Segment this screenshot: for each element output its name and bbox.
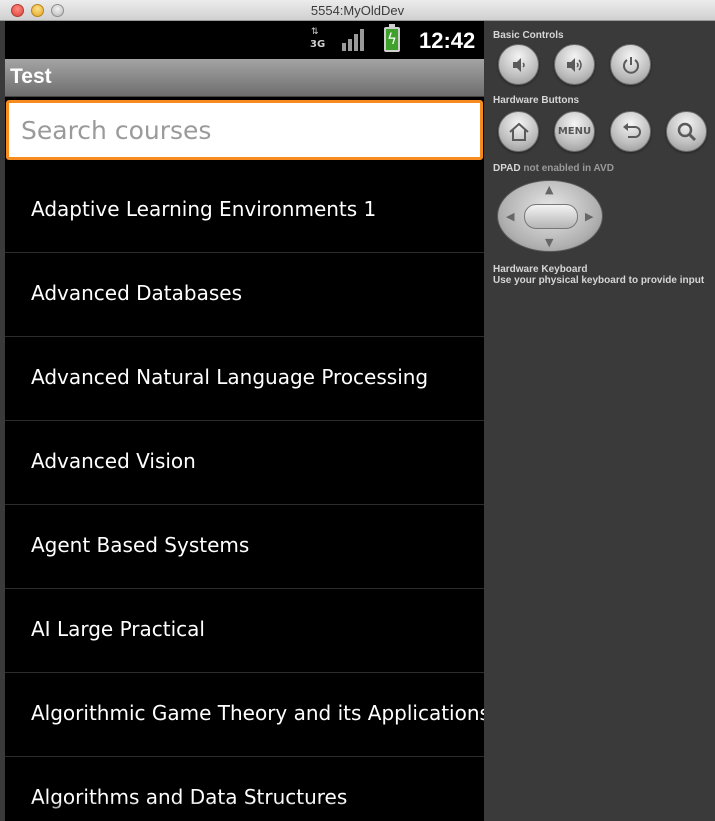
list-fade-edge: [5, 801, 484, 821]
status-time: 12:42: [419, 28, 476, 53]
course-list: Adaptive Learning Environments 1 Advance…: [5, 169, 484, 821]
list-item[interactable]: AI Large Practical: [5, 589, 484, 673]
volume-up-icon: [555, 45, 594, 84]
dpad-right-arrow-icon[interactable]: ▶: [585, 211, 593, 222]
list-item[interactable]: Advanced Vision: [5, 421, 484, 505]
basic-controls-label: Basic Controls: [493, 30, 564, 41]
menu-button[interactable]: MENU: [554, 111, 595, 152]
dpad-center-button[interactable]: [524, 204, 578, 229]
list-item[interactable]: Advanced Databases: [5, 253, 484, 337]
app-title-bar: Test: [5, 59, 484, 97]
dpad-up-arrow-icon[interactable]: ▲: [545, 184, 553, 195]
home-button[interactable]: [498, 111, 539, 152]
battery-charging-icon: ϟ: [384, 24, 400, 52]
course-name: Advanced Natural Language Processing: [31, 365, 429, 389]
emulator-controls-panel: Basic Controls Hardware Buttons MENU DPA…: [484, 21, 715, 821]
course-name: Algorithmic Game Theory and its Applicat…: [31, 701, 484, 725]
home-icon: [499, 112, 538, 151]
dpad-left-arrow-icon[interactable]: ◀: [506, 211, 514, 222]
volume-down-icon: [499, 45, 538, 84]
dpad-note: not enabled in AVD: [523, 163, 614, 174]
course-name: Adaptive Learning Environments 1: [31, 197, 377, 221]
menu-button-label: MENU: [557, 126, 592, 137]
hardware-buttons-label: Hardware Buttons: [493, 95, 580, 106]
search-hw-button[interactable]: [666, 111, 707, 152]
status-bar: ⇅ 3G ϟ 12:42: [5, 21, 484, 59]
network-3g-icon: ⇅ 3G: [310, 27, 326, 51]
course-name: AI Large Practical: [31, 617, 205, 641]
window-titlebar: 5554:MyOldDev: [0, 0, 715, 21]
course-name: Advanced Vision: [31, 449, 196, 473]
device-screen: ⇅ 3G ϟ 12:42 Test Adaptive Learning Envi…: [5, 21, 484, 821]
hardware-keyboard-note: Use your physical keyboard to provide in…: [493, 275, 705, 286]
course-name: Advanced Databases: [31, 281, 242, 305]
dpad-control[interactable]: ▲ ▼ ◀ ▶: [497, 180, 603, 252]
list-item[interactable]: Advanced Natural Language Processing: [5, 337, 484, 421]
volume-up-button[interactable]: [554, 44, 595, 85]
list-item[interactable]: Agent Based Systems: [5, 505, 484, 589]
app-title: Test: [10, 65, 52, 88]
dpad-label: DPAD not enabled in AVD: [493, 163, 614, 174]
power-button[interactable]: [610, 44, 651, 85]
search-input[interactable]: [6, 100, 483, 160]
power-icon: [611, 45, 650, 84]
list-item[interactable]: Adaptive Learning Environments 1: [5, 169, 484, 253]
window-title: 5554:MyOldDev: [310, 3, 405, 18]
signal-strength-icon: [342, 29, 366, 51]
dpad-down-arrow-icon[interactable]: ▼: [545, 237, 553, 248]
course-name: Agent Based Systems: [31, 533, 250, 557]
list-item[interactable]: Algorithmic Game Theory and its Applicat…: [5, 673, 484, 757]
back-icon: [611, 112, 650, 151]
back-button[interactable]: [610, 111, 651, 152]
search-icon: [667, 112, 706, 151]
hardware-keyboard-label: Hardware Keyboard: [493, 264, 588, 275]
search-container: [5, 98, 484, 161]
volume-down-button[interactable]: [498, 44, 539, 85]
